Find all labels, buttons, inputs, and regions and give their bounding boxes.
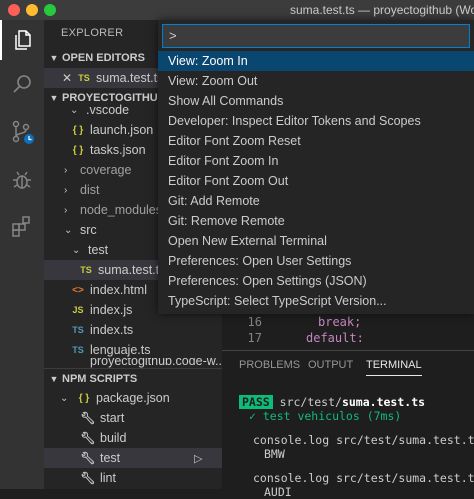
npm-script-test[interactable]: 🔧︎ test ▷	[44, 448, 222, 468]
line-numbers: 16 17	[247, 315, 262, 345]
explorer-icon[interactable]	[0, 20, 44, 60]
npm-package-json[interactable]: ⌄ { } package.json	[44, 388, 222, 408]
terminal-log-line: console.log src/test/suma.test.ts:7	[253, 433, 474, 447]
palette-item[interactable]: Git: Remove Remote	[158, 211, 474, 231]
wrench-icon: 🔧︎	[80, 471, 96, 485]
activity-bar	[0, 20, 44, 489]
html-icon: <>	[72, 284, 84, 296]
palette-item[interactable]: Editor Font Zoom In	[158, 151, 474, 171]
palette-item[interactable]: TypeScript: Select TypeScript Version...	[158, 291, 474, 311]
extensions-icon[interactable]	[0, 206, 44, 246]
title-bar: suma.test.ts — proyectogithub (Work	[0, 0, 474, 20]
run-script-icon[interactable]: ▷	[194, 452, 202, 465]
chevron-right-icon: ›	[64, 164, 68, 176]
json-icon: { }	[72, 144, 84, 156]
close-icon[interactable]: ✕	[58, 71, 76, 85]
palette-item[interactable]: Show All Commands	[158, 91, 474, 111]
terminal-log-line: console.log src/test/suma.test.ts:7	[253, 471, 474, 485]
chevron-down-icon: ▼	[49, 53, 59, 63]
javascript-icon: JS	[72, 305, 84, 315]
json-icon: { }	[78, 392, 90, 404]
palette-item[interactable]: Git: Add Remote	[158, 191, 474, 211]
npm-scripts-header[interactable]: ▼ NPM SCRIPTS	[44, 368, 222, 389]
debug-icon[interactable]	[0, 160, 44, 200]
typescript-icon: TS	[78, 73, 90, 83]
chevron-right-icon: ›	[64, 184, 68, 196]
file-index-ts[interactable]: TS index.ts	[44, 320, 222, 340]
pass-badge: PASS	[239, 395, 273, 409]
typescript-icon: TS	[72, 345, 84, 355]
wrench-icon: 🔧︎	[80, 411, 96, 425]
tab-terminal[interactable]: TERMINAL	[366, 359, 422, 376]
search-icon[interactable]	[0, 64, 44, 104]
chevron-down-icon: ▼	[49, 374, 59, 384]
palette-item[interactable]: View: Zoom In	[158, 51, 474, 71]
tab-problems[interactable]: PROBLEMS	[239, 359, 300, 371]
open-editor-label: suma.test.ts	[96, 71, 164, 85]
maximize-window-button[interactable]	[44, 4, 56, 16]
chevron-down-icon: ⌄	[72, 244, 81, 256]
wrench-icon: 🔧︎	[80, 431, 96, 445]
npm-script-start[interactable]: 🔧︎ start	[44, 408, 222, 428]
palette-item[interactable]: Preferences: Open User Settings	[158, 251, 474, 271]
palette-item[interactable]: Editor Font Zoom Reset	[158, 131, 474, 151]
explorer-title: EXPLORER	[61, 27, 124, 39]
palette-item[interactable]: Developer: Inspect Editor Tokens and Sco…	[158, 111, 474, 131]
chevron-down-icon: ⌄	[70, 104, 79, 116]
terminal-pass-line: PASS src/test/suma.test.ts	[239, 395, 425, 409]
typescript-icon: TS	[80, 265, 92, 275]
json-icon: { }	[72, 124, 84, 136]
terminal-value: AUDI	[264, 485, 292, 499]
window-title: suma.test.ts — proyectogithub (Work	[290, 3, 474, 17]
source-control-icon[interactable]	[0, 112, 44, 152]
command-palette-input[interactable]: >	[162, 24, 470, 48]
code-line-break: break;	[318, 315, 362, 329]
typescript-icon: TS	[72, 325, 84, 335]
chevron-down-icon: ⌄	[64, 224, 73, 236]
code-line-default: default:	[306, 331, 364, 345]
minimize-window-button[interactable]	[26, 4, 38, 16]
npm-script-build[interactable]: 🔧︎ build	[44, 428, 222, 448]
wrench-icon: 🔧︎	[80, 451, 96, 465]
npm-script-lint[interactable]: 🔧︎ lint	[44, 468, 222, 488]
palette-item[interactable]: Preferences: Open Settings (JSON)	[158, 271, 474, 291]
chevron-right-icon: ›	[64, 204, 68, 216]
file-lenguaje-ts[interactable]: TS lenguaje.ts	[44, 340, 222, 360]
palette-item[interactable]: Open New External Terminal	[158, 231, 474, 251]
palette-item[interactable]: Editor Font Zoom Out	[158, 171, 474, 191]
tab-output[interactable]: OUTPUT	[308, 359, 353, 371]
chevron-down-icon: ⌄	[60, 392, 69, 404]
terminal-value: BMW	[264, 447, 285, 461]
bottom-panel: PROBLEMS OUTPUT TERMINAL PASS src/test/s…	[222, 350, 474, 499]
command-palette: > View: Zoom In View: Zoom Out Show All …	[158, 20, 474, 314]
terminal-check-line: ✓ test vehiculos (7ms)	[249, 409, 402, 423]
palette-item[interactable]: View: Zoom Out	[158, 71, 474, 91]
close-window-button[interactable]	[8, 4, 20, 16]
